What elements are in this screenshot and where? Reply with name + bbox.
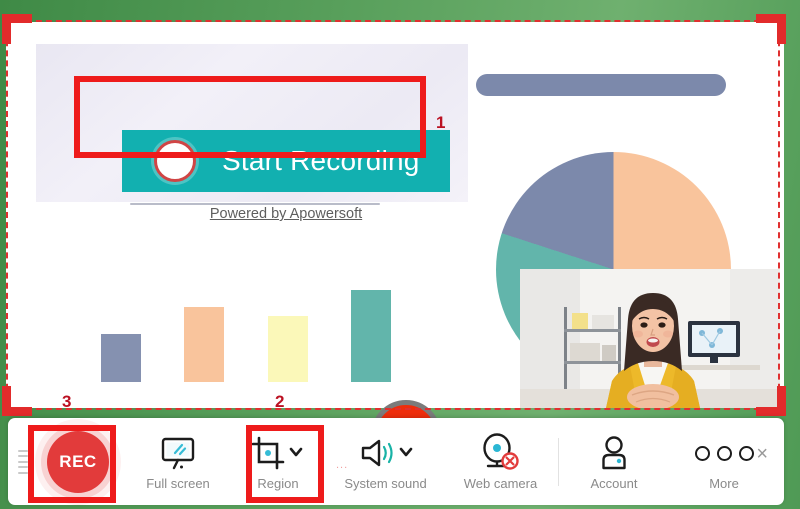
resize-handle-top-left[interactable] — [2, 14, 32, 44]
system-sound-button[interactable]: ... System sound — [328, 425, 443, 499]
speaker-icon — [355, 432, 417, 474]
annotation-number-3: 3 — [62, 392, 72, 411]
webcam-image — [520, 269, 780, 408]
screen: Start Recording Powered by Apowersoft 1 … — [0, 0, 800, 509]
account-button[interactable]: Account — [559, 425, 669, 499]
web-camera-button[interactable]: Web camera — [443, 425, 558, 499]
system-sound-label: System sound — [344, 476, 427, 491]
bar-chart — [101, 272, 391, 382]
recorder-toolbar: REC Full screen Region ... System sound … — [8, 418, 784, 505]
webcam-preview[interactable] — [520, 269, 780, 408]
annotation-box-3 — [28, 425, 116, 503]
resize-handle-top-right[interactable] — [756, 14, 786, 44]
bar-1 — [101, 333, 141, 382]
monitor-icon — [158, 432, 198, 474]
account-label: Account — [590, 476, 638, 491]
annotation-number-1: 1 — [436, 113, 446, 132]
web-camera-label: Web camera — [463, 476, 538, 491]
panel-divider — [130, 203, 380, 205]
bar-2 — [184, 307, 225, 382]
resize-handle-bottom-right[interactable] — [756, 386, 786, 416]
more-label: More — [709, 476, 739, 491]
annotation-number-2: 2 — [275, 392, 285, 411]
close-icon[interactable]: × — [756, 444, 768, 464]
full-screen-label: Full screen — [146, 476, 210, 491]
toolbar-drag-handle[interactable] — [18, 449, 28, 474]
full-screen-button[interactable]: Full screen — [128, 425, 228, 499]
slide-title-placeholder-bar — [476, 74, 726, 96]
person-icon — [596, 432, 632, 474]
bar-3 — [267, 316, 308, 382]
sound-status-dots-icon: ... — [336, 458, 349, 471]
resize-handle-bottom-left[interactable] — [2, 386, 32, 416]
bar-4 — [351, 289, 391, 382]
three-circles-icon — [694, 432, 754, 474]
webcam-disabled-icon — [478, 432, 524, 474]
annotation-box-1 — [74, 76, 426, 158]
powered-by-apowersoft-link[interactable]: Powered by Apowersoft — [122, 206, 450, 222]
annotation-box-2 — [246, 425, 324, 503]
